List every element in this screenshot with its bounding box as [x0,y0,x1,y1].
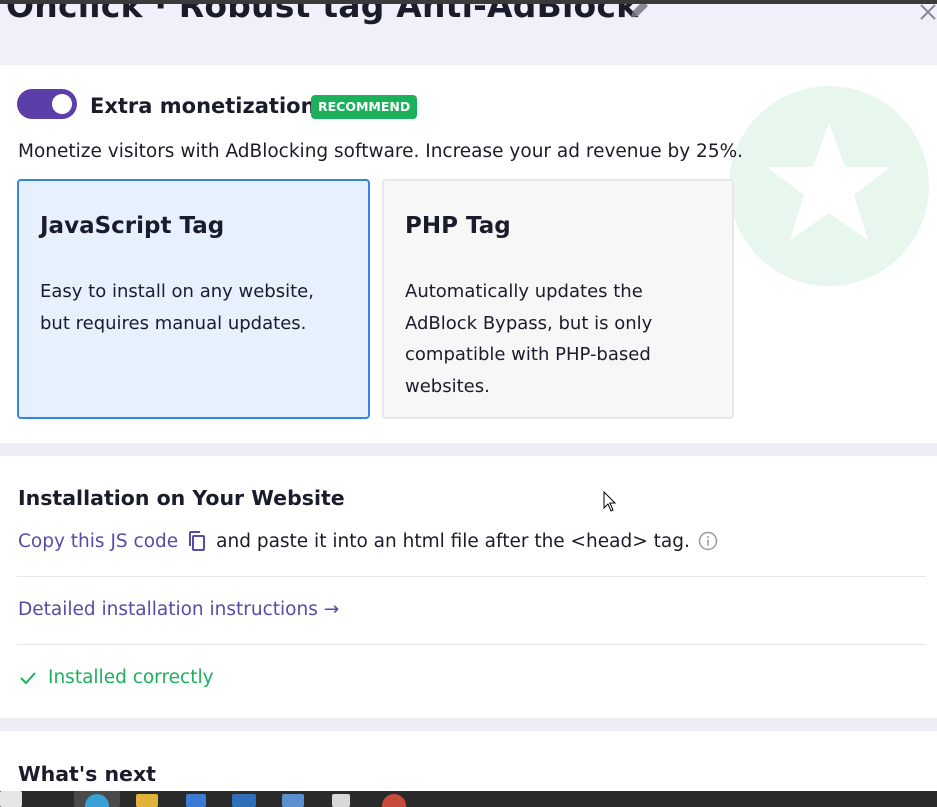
extra-monetization-toggle[interactable] [17,89,77,119]
installed-status-label: Installed correctly [48,667,214,688]
start-button[interactable] [0,791,22,807]
installation-title: Installation on Your Website [18,486,345,510]
whats-next-title: What's next [18,762,156,786]
detailed-instructions-link[interactable]: Detailed installation instructions → [18,599,339,620]
toggle-knob [52,94,72,114]
info-icon[interactable] [698,531,718,551]
installed-status: Installed correctly [18,667,214,688]
option-description: Automatically updates the AdBlock Bypass… [405,281,653,397]
whats-next-card: What's next [0,731,937,791]
star-icon [729,86,929,286]
copy-icon[interactable] [186,530,208,552]
monetization-description: Monetize visitors with AdBlocking softwa… [18,141,744,162]
option-title: JavaScript Tag [40,213,225,239]
close-icon[interactable] [918,2,937,22]
divider [17,576,926,577]
installation-instruction-line: Copy this JS code and paste it into an h… [18,530,718,552]
check-icon [20,671,36,684]
modal-header: Onclick · Robust tag Anti-AdBlock [0,0,937,64]
recommend-badge: RECOMMEND [311,95,418,119]
settings-icon[interactable] [332,794,350,807]
monetization-title: Extra monetization [90,94,316,118]
option-description: Easy to install on any website, but requ… [40,281,314,334]
window-top-edge [0,0,937,4]
monetization-card: Extra monetization RECOMMEND Monetize vi… [0,65,937,443]
option-javascript-tag[interactable]: JavaScript Tag Easy to install on any we… [17,179,370,419]
taskbar [0,791,937,807]
option-php-tag[interactable]: PHP Tag Automatically updates the AdBloc… [382,179,734,419]
app-icon[interactable] [186,794,206,807]
app-icon[interactable] [232,794,256,807]
app-icon[interactable] [282,794,304,807]
installation-instruction: and paste it into an html file after the… [216,530,690,552]
option-title: PHP Tag [405,213,511,239]
mouse-cursor-icon [603,491,617,512]
copy-js-code-link[interactable]: Copy this JS code [18,531,178,552]
divider [17,644,926,645]
folder-icon[interactable] [136,794,158,807]
app-icon[interactable] [382,794,406,807]
installation-card: Installation on Your Website Copy this J… [0,456,937,718]
